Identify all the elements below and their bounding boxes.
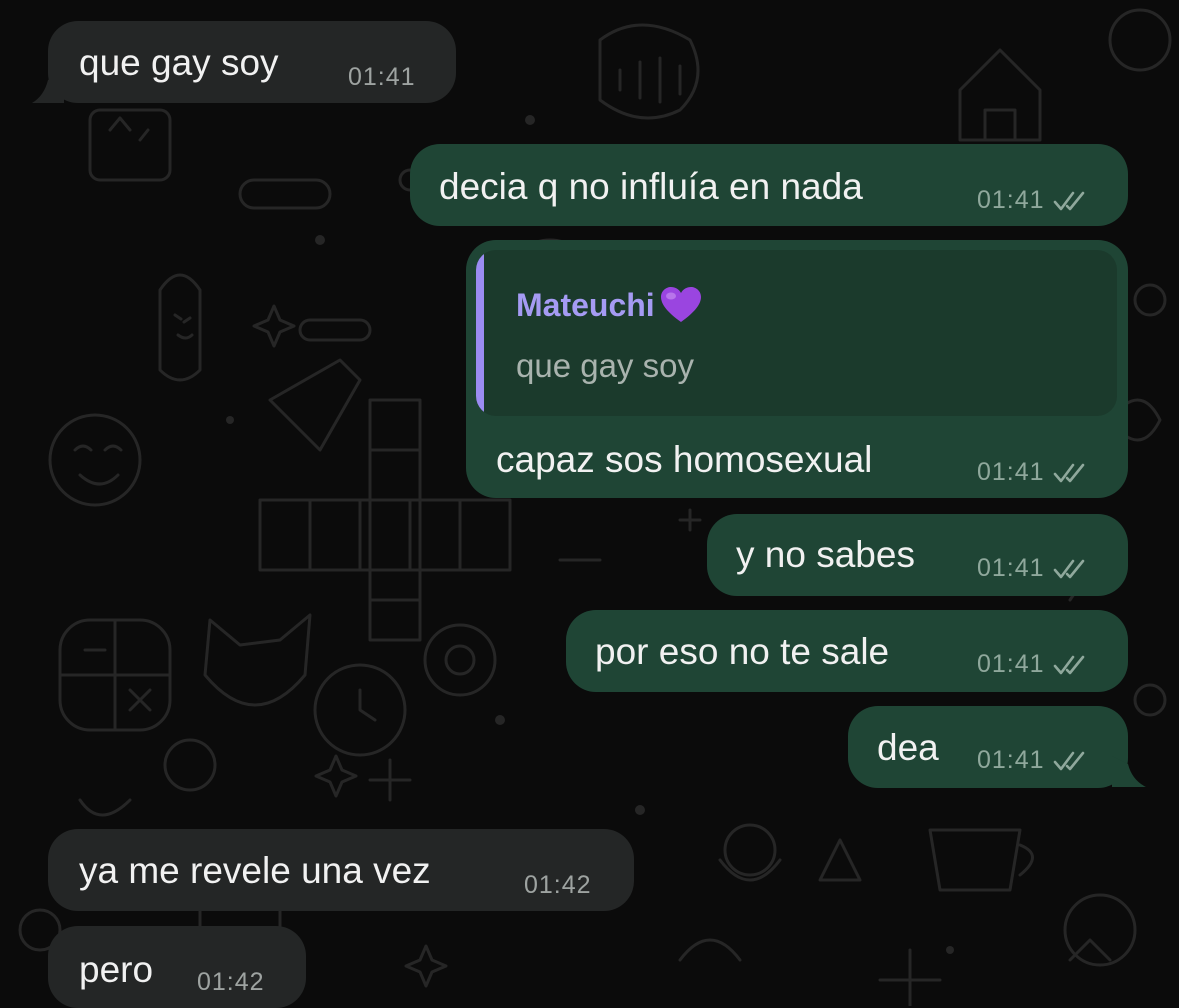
message-list: que gay soy 01:41 decia q no influía en … xyxy=(0,0,1179,1008)
message-time: 01:42 xyxy=(197,968,265,996)
message-time: 01:41 xyxy=(977,458,1045,486)
outgoing-message[interactable]: y no sabes 01:41 xyxy=(707,514,1128,596)
outgoing-reply-message[interactable]: Mateuchi que gay soy capaz sos homosexua… xyxy=(466,240,1128,498)
message-meta: 01:41 xyxy=(977,186,1089,215)
bubble-tail-icon xyxy=(1112,756,1146,787)
quote-author-name: Mateuchi xyxy=(516,286,655,323)
message-text: dea xyxy=(877,727,939,768)
message-time: 01:41 xyxy=(977,650,1045,678)
message-time: 01:41 xyxy=(977,746,1045,774)
message-meta: 01:41 xyxy=(977,554,1089,583)
outgoing-message[interactable]: por eso no te sale 01:41 xyxy=(566,610,1128,692)
message-text: decia q no influía en nada xyxy=(439,166,863,207)
outgoing-message[interactable]: dea 01:41 xyxy=(848,706,1128,788)
message-meta: 01:41 xyxy=(977,746,1089,775)
message-meta: 01:42 xyxy=(197,968,265,997)
quote-accent-bar xyxy=(476,250,484,416)
message-text: capaz sos homosexual xyxy=(496,439,873,480)
message-meta: 01:41 xyxy=(977,458,1089,487)
message-meta: 01:41 xyxy=(348,63,416,92)
purple-heart-icon xyxy=(660,287,701,322)
message-text: y no sabes xyxy=(736,534,915,575)
message-time: 01:42 xyxy=(524,871,592,899)
incoming-message[interactable]: pero 01:42 xyxy=(48,926,306,1008)
message-time: 01:41 xyxy=(348,63,416,91)
quote-author: Mateuchi xyxy=(516,285,703,325)
message-meta: 01:41 xyxy=(977,650,1089,679)
message-text: ya me revele una vez xyxy=(79,850,431,891)
quote-text: que gay soy xyxy=(516,347,694,384)
message-meta: 01:42 xyxy=(524,871,592,900)
double-check-icon xyxy=(1053,559,1084,578)
incoming-message[interactable]: que gay soy 01:41 xyxy=(48,21,456,103)
outgoing-message[interactable]: decia q no influía en nada 01:41 xyxy=(410,144,1128,226)
bubble-tail-icon xyxy=(32,72,64,103)
message-time: 01:41 xyxy=(977,554,1045,582)
double-check-icon xyxy=(1053,655,1084,674)
message-text: por eso no te sale xyxy=(595,631,890,672)
message-text: pero xyxy=(79,949,154,990)
reply-quote[interactable]: Mateuchi que gay soy xyxy=(476,250,1117,416)
message-time: 01:41 xyxy=(977,186,1045,214)
double-check-icon xyxy=(1053,191,1084,210)
incoming-message[interactable]: ya me revele una vez 01:42 xyxy=(48,829,634,911)
double-check-icon xyxy=(1053,751,1084,770)
message-text: que gay soy xyxy=(79,42,279,83)
double-check-icon xyxy=(1053,463,1084,482)
